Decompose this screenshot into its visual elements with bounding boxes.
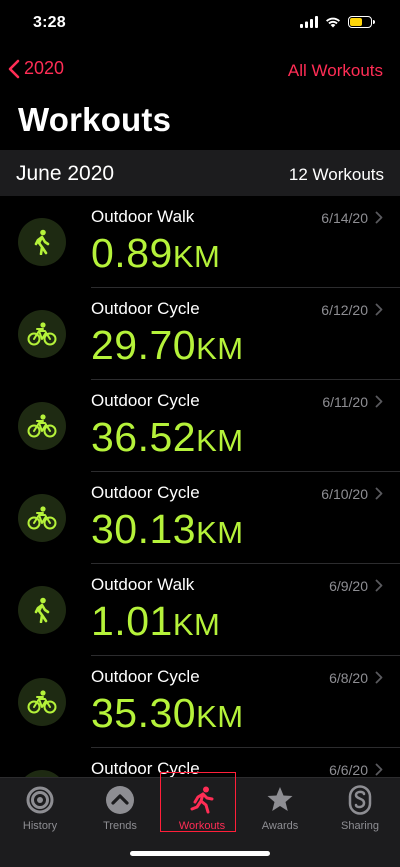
workout-distance: 29.70KM	[91, 322, 244, 369]
distance-unit: KM	[196, 331, 244, 366]
distance-value: 30.13	[91, 506, 197, 552]
workout-distance: 36.52KM	[91, 414, 244, 461]
back-button[interactable]: 2020	[8, 58, 64, 79]
navigation-bar: 2020 All Workouts	[0, 50, 400, 94]
cycling-figure-icon	[27, 690, 57, 714]
selection-highlight-box	[160, 772, 236, 832]
workout-list: Outdoor Walk 0.89KM 6/14/20 Outdoor Cycle 29…	[0, 196, 400, 840]
tab-sharing-label: Sharing	[341, 820, 379, 832]
section-header: June 2020 12 Workouts	[0, 150, 400, 196]
chevron-right-icon	[375, 671, 383, 684]
distance-unit: KM	[196, 515, 244, 550]
all-workouts-button[interactable]: All Workouts	[288, 61, 383, 81]
cellular-signal-icon	[300, 16, 318, 28]
distance-unit: KM	[172, 239, 221, 274]
chevron-right-icon	[375, 395, 383, 408]
back-button-label: 2020	[24, 58, 65, 78]
workout-type-badge	[18, 494, 66, 542]
workout-date: 6/6/20	[329, 762, 368, 778]
workout-name: Outdoor Cycle	[91, 667, 200, 686]
section-month-label: June 2020	[16, 162, 115, 185]
workout-date: 6/12/20	[321, 302, 368, 318]
award-star-icon	[267, 787, 293, 811]
chevron-right-icon	[375, 211, 383, 224]
distance-unit: KM	[172, 607, 221, 642]
distance-unit: KM	[196, 699, 244, 734]
chevron-right-icon	[375, 487, 383, 500]
cycling-figure-icon	[27, 414, 57, 438]
distance-value: 36.52	[91, 414, 197, 460]
workout-date: 6/10/20	[321, 486, 368, 502]
sharing-s-icon	[348, 785, 372, 815]
workout-date: 6/8/20	[329, 670, 368, 686]
walking-figure-icon	[34, 597, 50, 623]
chevron-left-icon	[8, 59, 20, 78]
tab-trends[interactable]: Trends	[80, 778, 160, 838]
workout-row[interactable]: Outdoor Cycle 29.70KM 6/12/20	[0, 288, 400, 380]
chevron-right-icon	[375, 579, 383, 592]
distance-value: 0.89	[91, 230, 173, 276]
workout-name: Outdoor Walk	[91, 207, 195, 226]
workout-row[interactable]: Outdoor Cycle 30.13KM 6/10/20	[0, 472, 400, 564]
cycling-figure-icon	[27, 506, 57, 530]
workout-row[interactable]: Outdoor Cycle 35.30KM 6/8/20	[0, 656, 400, 748]
workout-distance: 1.01KM	[91, 598, 220, 645]
tab-history-label: History	[22, 820, 58, 832]
tab-awards[interactable]: Awards	[240, 778, 320, 838]
distance-value: 1.01	[91, 598, 173, 644]
status-time: 3:28	[33, 14, 66, 31]
chevron-right-icon	[375, 763, 383, 776]
workout-type-badge	[18, 310, 66, 358]
tab-awards-label: Awards	[261, 820, 299, 832]
workout-distance: 35.30KM	[91, 690, 244, 737]
workout-type-badge	[18, 402, 66, 450]
workout-distance: 30.13KM	[91, 506, 244, 553]
cycling-figure-icon	[27, 322, 57, 346]
status-bar: 3:28	[0, 0, 400, 50]
tab-history[interactable]: History	[0, 778, 80, 838]
tab-sharing[interactable]: Sharing	[320, 778, 400, 838]
workout-name: Outdoor Cycle	[91, 299, 200, 318]
workout-distance: 0.89KM	[91, 230, 220, 277]
page-title: Workouts	[18, 101, 172, 138]
tab-trends-label: Trends	[103, 820, 137, 832]
workout-date: 6/11/20	[322, 394, 368, 410]
trends-chevron-icon	[106, 786, 134, 814]
workout-name: Outdoor Cycle	[91, 483, 200, 502]
workout-row[interactable]: Outdoor Walk 0.89KM 6/14/20	[0, 196, 400, 288]
workout-type-badge	[18, 218, 66, 266]
chevron-right-icon	[375, 303, 383, 316]
workout-row[interactable]: Outdoor Cycle 36.52KM 6/11/20	[0, 380, 400, 472]
section-workout-count: 12 Workouts	[288, 165, 384, 184]
home-indicator[interactable]	[130, 851, 270, 856]
workout-name: Outdoor Walk	[91, 575, 195, 594]
distance-value: 35.30	[91, 690, 197, 736]
tab-workouts[interactable]: Workouts	[160, 772, 242, 838]
history-rings-icon	[26, 786, 54, 814]
workout-row[interactable]: Outdoor Walk 1.01KM 6/9/20	[0, 564, 400, 656]
wifi-icon	[326, 17, 340, 28]
workout-name: Outdoor Cycle	[91, 391, 200, 410]
workout-type-badge	[18, 586, 66, 634]
walking-figure-icon	[34, 229, 50, 255]
distance-value: 29.70	[91, 322, 197, 368]
distance-unit: KM	[196, 423, 244, 458]
workout-type-badge	[18, 678, 66, 726]
workout-date: 6/14/20	[321, 210, 368, 226]
battery-icon	[348, 16, 375, 28]
status-icons	[300, 16, 375, 28]
workout-date: 6/9/20	[329, 578, 368, 594]
